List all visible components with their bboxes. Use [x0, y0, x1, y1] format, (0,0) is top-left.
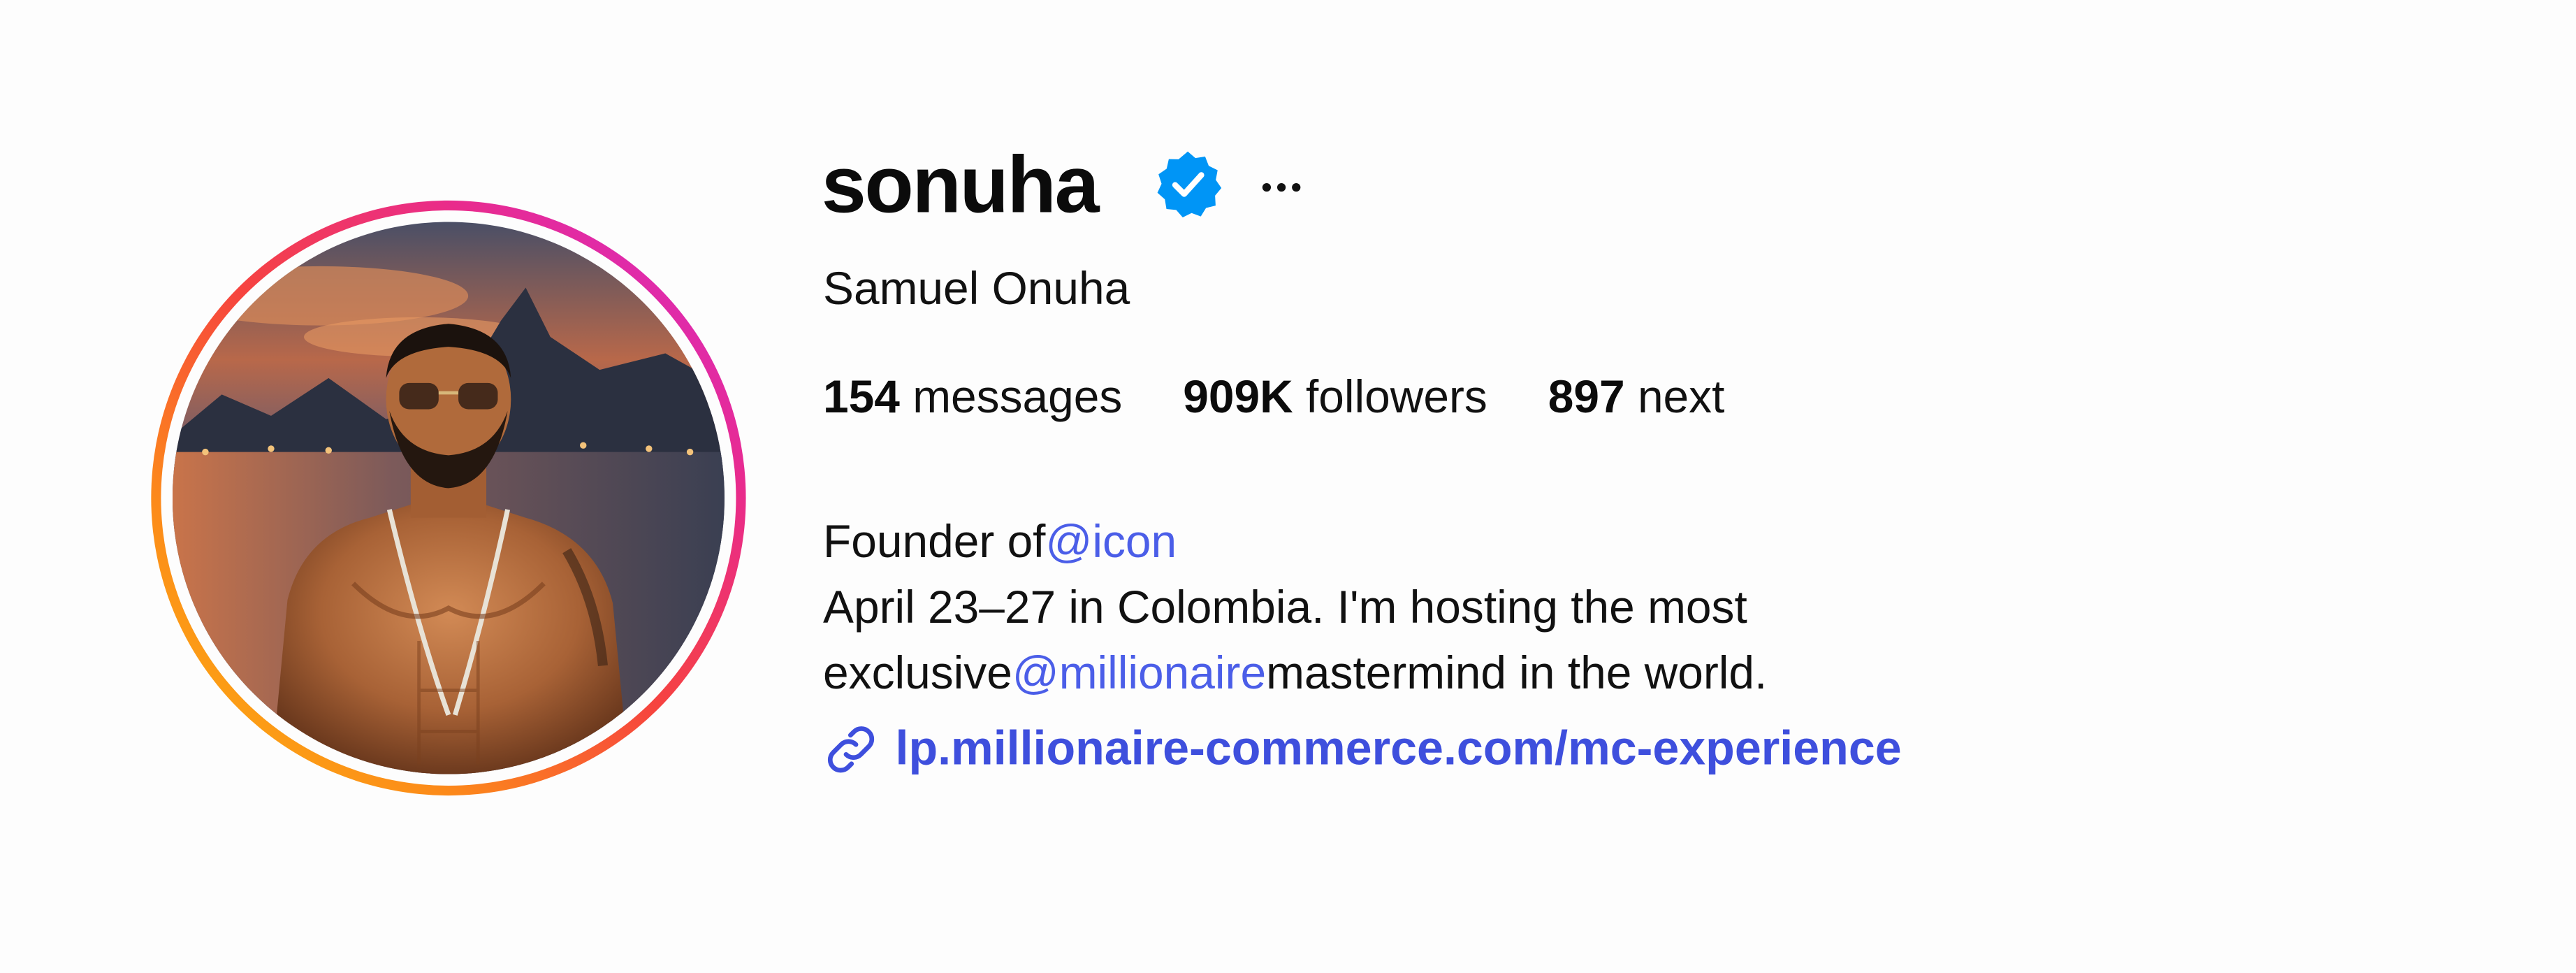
more-options-icon: [1262, 182, 1301, 192]
posts-count-stat[interactable]: 154 messages: [823, 371, 1122, 424]
following-stat[interactable]: 897 next: [1548, 371, 1725, 424]
following-label: next: [1637, 371, 1725, 423]
external-link-url: lp.millionaire-commerce.com/mc-experienc…: [895, 723, 1902, 776]
followers-label: followers: [1305, 371, 1487, 423]
bio-line-2: April 23–27 in Colombia. I'm hosting the…: [823, 582, 1747, 633]
bio-line-1: Founder of@icon: [823, 510, 1767, 575]
profile-bio: Founder of@icon April 23–27 in Colombia.…: [823, 510, 1767, 707]
followers-count: 909K: [1183, 371, 1293, 423]
profile-avatar[interactable]: [172, 222, 725, 774]
story-ring[interactable]: [151, 200, 746, 796]
followers-stat[interactable]: 909K followers: [1183, 371, 1487, 424]
profile-header: sonuha Samuel Onuha 154 messages 909K fo…: [0, 0, 2576, 973]
mention-link-millionaire[interactable]: @millionaire: [1012, 647, 1266, 698]
link-icon: [827, 726, 875, 773]
external-link[interactable]: lp.millionaire-commerce.com/mc-experienc…: [822, 716, 1902, 782]
profile-stats: 154 messages 909K followers 897 next: [823, 371, 1785, 424]
bio-text: exclusive: [823, 647, 1012, 699]
profile-full-name: Samuel Onuha: [823, 263, 1130, 315]
verified-badge-icon: [1157, 151, 1222, 217]
bio-line-3: exclusive@millionairemastermind in the w…: [823, 641, 1767, 707]
following-count: 897: [1548, 371, 1625, 423]
mention-link-icon-account[interactable]: @icon: [1045, 516, 1177, 567]
bio-text: mastermind in the world.: [1266, 647, 1768, 699]
posts-count: 154: [823, 371, 900, 423]
avatar-photo: [172, 222, 725, 774]
bio-text: Founder of: [823, 516, 1046, 568]
more-options-button[interactable]: [1252, 158, 1311, 217]
posts-label: messages: [912, 371, 1123, 423]
profile-username: sonuha: [821, 141, 1100, 231]
